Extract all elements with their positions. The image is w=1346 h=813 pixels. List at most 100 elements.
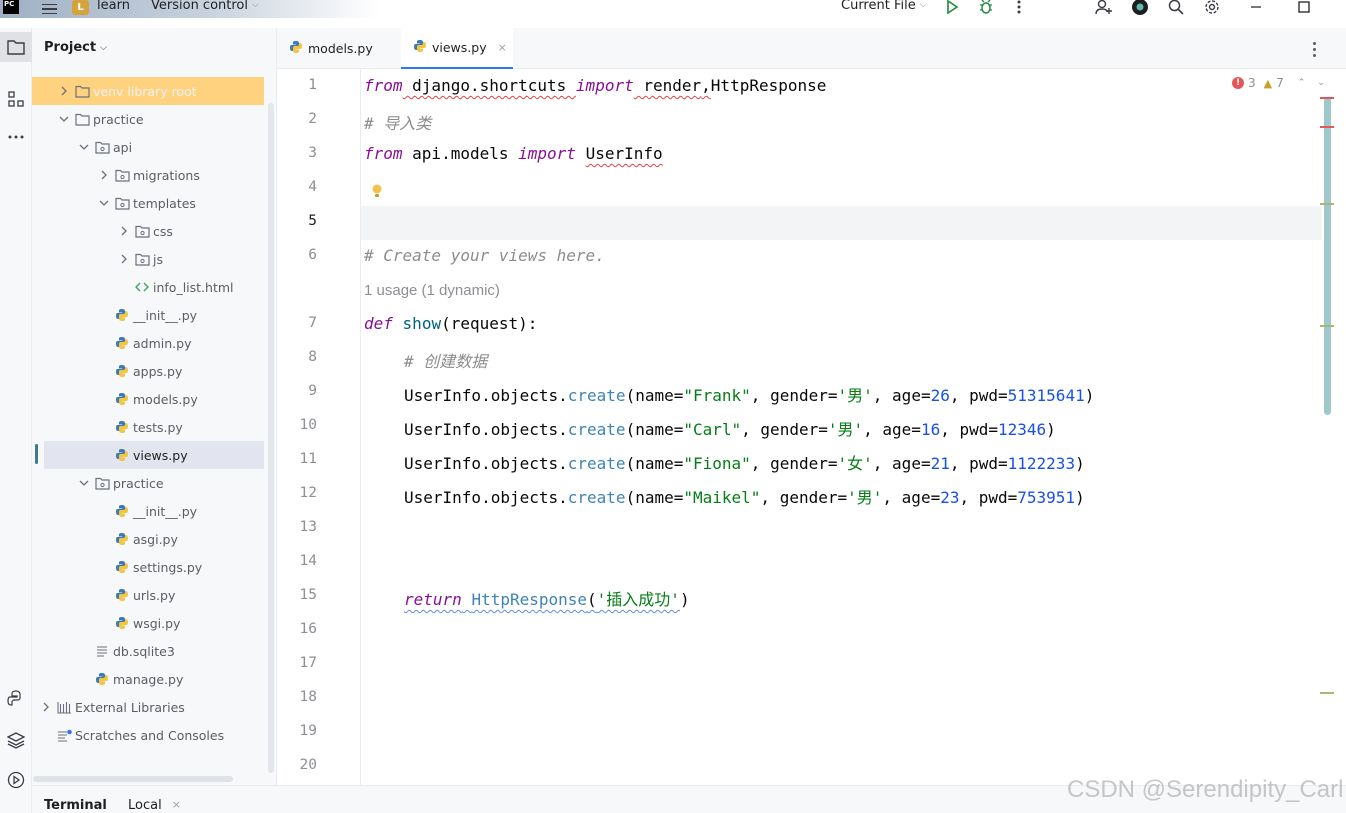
line-number: 4 — [308, 179, 317, 195]
structure-icon[interactable] — [0, 84, 32, 114]
tree-item[interactable]: urls.py — [32, 581, 264, 609]
tree-item[interactable]: settings.py — [32, 553, 264, 581]
tree-item[interactable]: js — [32, 245, 264, 273]
settings-gear-icon[interactable] — [1202, 0, 1222, 16]
editor-vertical-scrollbar[interactable] — [1324, 97, 1331, 415]
project-horizontal-scrollbar[interactable] — [33, 776, 233, 782]
usage-inlay-hint[interactable]: 1 usage (1 dynamic) — [364, 282, 500, 299]
add-user-icon[interactable] — [1094, 0, 1114, 16]
warning-stripe-mark[interactable] — [1320, 325, 1334, 327]
tree-item[interactable]: apps.py — [32, 357, 264, 385]
line-number: 19 — [299, 723, 317, 739]
tree-item-label: asgi.py — [133, 531, 178, 547]
tree-item[interactable]: css — [32, 217, 264, 245]
line-number: 6 — [308, 247, 317, 263]
tree-item[interactable]: wsgi.py — [32, 609, 264, 637]
chevron-right-icon[interactable] — [40, 701, 52, 713]
tree-item[interactable]: templates — [32, 189, 264, 217]
python-icon — [114, 419, 130, 435]
tree-item[interactable]: __init__.py — [32, 301, 264, 329]
selection-marker — [35, 444, 38, 464]
python-console-icon[interactable] — [0, 684, 32, 714]
chevron-right-icon[interactable] — [118, 253, 130, 265]
close-tab-icon[interactable]: × — [498, 41, 507, 54]
minimize-window-icon[interactable] — [1246, 0, 1266, 16]
tree-item[interactable]: migrations — [32, 161, 264, 189]
tree-item[interactable]: views.py — [44, 441, 264, 469]
tree-item[interactable]: models.py — [32, 385, 264, 413]
terminal-session-local[interactable]: Local × — [128, 798, 181, 813]
chevron-up-icon[interactable]: ⌃ — [1298, 78, 1306, 88]
tree-item-label: templates — [133, 195, 196, 211]
chevron-down-icon[interactable] — [58, 113, 70, 125]
warning-stripe-mark[interactable] — [1320, 203, 1334, 205]
chevron-down-icon[interactable] — [98, 197, 110, 209]
run-config-selector[interactable]: Current File ⌵ — [841, 0, 927, 14]
folder-icon — [74, 83, 90, 99]
version-control-menu[interactable]: Version control ⌵ — [151, 0, 259, 14]
project-badge[interactable]: L — [72, 0, 89, 15]
terminal-tab[interactable]: Terminal — [44, 798, 107, 813]
package-folder-icon — [134, 223, 150, 239]
search-icon[interactable] — [1166, 0, 1186, 16]
layers-icon[interactable] — [0, 725, 32, 755]
code-editor[interactable]: 1 2 3 4 5 6 7 8 9 10 11 12 13 14 15 16 17 18 19 20 from dja… — [277, 69, 1346, 785]
tree-item[interactable]: External Libraries — [32, 693, 264, 721]
services-run-icon[interactable] — [0, 765, 32, 795]
tab-views-py[interactable]: views.py × — [401, 28, 513, 69]
line-number-gutter: 1 2 3 4 5 6 7 8 9 10 11 12 13 14 15 16 17 18 19 20 — [277, 69, 361, 785]
tree-item[interactable]: info_list.html — [32, 273, 264, 301]
package-folder-icon — [94, 475, 110, 491]
package-folder-icon — [94, 139, 110, 155]
intention-bulb-icon[interactable] — [370, 183, 384, 199]
line-number: 15 — [299, 587, 317, 603]
chevron-down-icon[interactable] — [78, 141, 90, 153]
tree-item[interactable]: Scratches and Consoles — [32, 721, 264, 749]
tree-item[interactable]: venv library root — [32, 77, 264, 105]
tab-label: views.py — [432, 40, 487, 55]
session-label: Local — [128, 798, 162, 813]
chevron-right-icon[interactable] — [58, 85, 70, 97]
chevron-down-icon[interactable]: ⌄ — [1317, 78, 1325, 88]
tree-item[interactable]: manage.py — [32, 665, 264, 693]
debug-icon[interactable] — [976, 0, 996, 16]
chevron-right-icon[interactable] — [98, 169, 110, 181]
error-stripe-mark[interactable] — [1320, 97, 1334, 99]
tree-item[interactable]: __init__.py — [32, 497, 264, 525]
code-line-8: # 创建数据 — [404, 352, 488, 371]
inspections-widget[interactable]: ! 3 ▲ 7 ⌃ ⌄ — [1232, 75, 1325, 91]
tree-item[interactable]: asgi.py — [32, 525, 264, 553]
warning-stripe-mark[interactable] — [1320, 692, 1334, 694]
maximize-window-icon[interactable] — [1294, 0, 1314, 16]
error-stripe-mark[interactable] — [1320, 126, 1334, 128]
project-panel-header[interactable]: Project ⌵ — [44, 40, 107, 55]
project-vertical-scrollbar[interactable] — [268, 103, 274, 773]
tree-item[interactable]: tests.py — [32, 413, 264, 441]
tree-item[interactable]: api — [32, 133, 264, 161]
python-icon — [114, 615, 130, 631]
chevron-right-icon[interactable] — [118, 225, 130, 237]
tree-item-label: __init__.py — [133, 503, 198, 519]
package-folder-icon — [114, 167, 130, 183]
more-tool-windows-icon[interactable] — [0, 122, 32, 152]
run-icon[interactable] — [942, 0, 962, 16]
tab-models-py[interactable]: models.py — [277, 28, 401, 69]
tree-item[interactable]: db.sqlite3 — [32, 637, 264, 665]
tree-item-label: migrations — [133, 167, 200, 183]
tree-item[interactable]: practice — [32, 105, 264, 133]
project-tool-window-icon[interactable] — [0, 32, 32, 62]
tab-options-icon[interactable] — [1307, 40, 1321, 58]
tree-item[interactable]: admin.py — [32, 329, 264, 357]
title-bar: PC L learn Version control ⌵ Current Fil… — [0, 0, 1346, 18]
close-session-icon[interactable]: × — [172, 798, 181, 813]
project-name[interactable]: learn — [97, 0, 130, 14]
main-menu-icon[interactable] — [40, 0, 58, 18]
tree-item[interactable]: practice — [32, 469, 264, 497]
more-actions-icon[interactable] — [1009, 0, 1029, 16]
chevron-down-icon[interactable] — [78, 477, 90, 489]
code-with-me-icon[interactable] — [1130, 0, 1150, 16]
python-icon — [114, 335, 130, 351]
